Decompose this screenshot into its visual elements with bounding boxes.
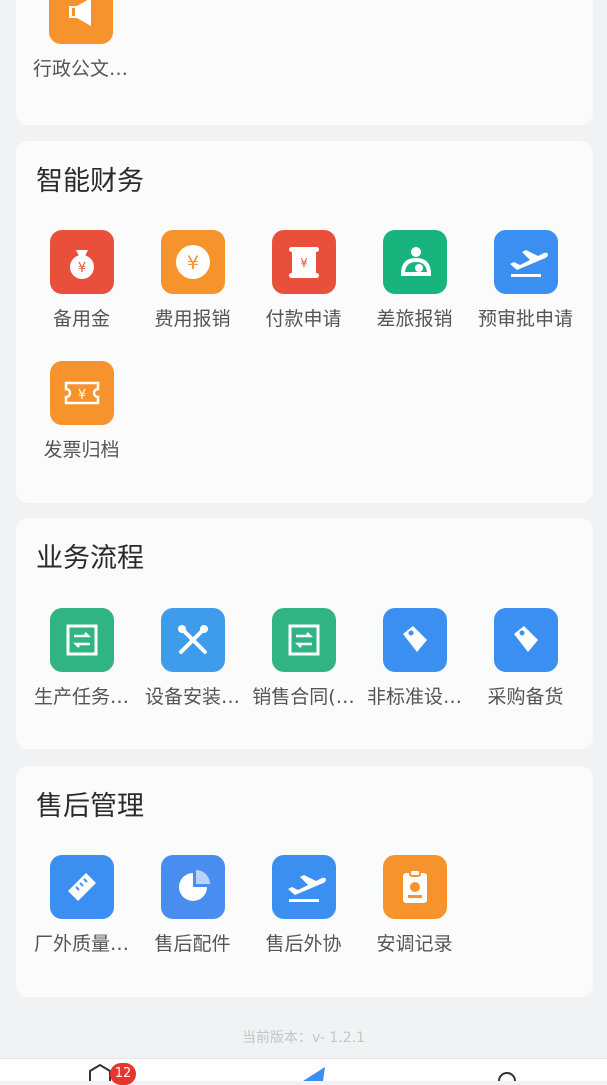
yen-ticket-icon: ¥ — [49, 361, 114, 425]
document-arrows-icon — [271, 608, 336, 672]
app-label: 安调记录 — [376, 933, 453, 955]
app-pre-approval[interactable]: 预审批申请 — [470, 230, 581, 331]
app-label: 售后配件 — [154, 933, 231, 955]
bottom-tab-bar — [0, 1058, 607, 1081]
section-title: 智能财务 — [36, 166, 144, 197]
clipboard-icon — [382, 855, 447, 919]
tag-icon — [382, 608, 447, 672]
app-purchase-stock[interactable]: 采购备货 — [470, 608, 581, 709]
app-after-sales-outsource[interactable]: 售后外协 — [248, 855, 359, 956]
app-equipment-install[interactable]: 设备安装… — [137, 608, 248, 709]
yen-scroll-icon: ¥ — [271, 230, 336, 294]
app-payment-request[interactable]: ¥ 付款申请 — [248, 230, 359, 331]
app-travel-reimbursement[interactable]: 差旅报销 — [359, 230, 470, 331]
app-sales-contract[interactable]: 销售合同(… — [248, 608, 359, 709]
app-install-debug-record[interactable]: 安调记录 — [359, 855, 470, 956]
app-label: 备用金 — [52, 308, 110, 330]
airplane-icon — [271, 855, 336, 919]
svg-text:¥: ¥ — [300, 256, 308, 270]
app-non-standard-equipment[interactable]: 非标准设… — [359, 608, 470, 709]
app-admin-document[interactable]: 行政公文… — [25, 0, 136, 81]
pie-chart-icon — [160, 855, 225, 919]
ruler-icon — [49, 855, 114, 919]
app-label: 采购备货 — [487, 686, 564, 708]
app-petty-cash[interactable]: ¥ 备用金 — [26, 230, 137, 331]
version-text: 当前版本：v- 1.2.1 — [241, 1030, 366, 1046]
profile-icon — [498, 1072, 516, 1081]
section-card-finance: 智能财务 ¥ 备用金 ¥ 费用报销 ¥ 付款申请 差旅报销 预审批申请 ¥ 发票… — [16, 141, 593, 503]
section-title: 售后管理 — [36, 791, 144, 822]
app-label: 售后外协 — [265, 933, 342, 955]
section-card-admin: 行政公文… — [16, 0, 593, 125]
tab-send[interactable] — [290, 1059, 350, 1081]
app-label: 付款申请 — [265, 308, 342, 330]
app-label: 生产任务… — [33, 686, 129, 708]
app-external-quality[interactable]: 厂外质量… — [26, 855, 137, 956]
app-label: 发票归档 — [43, 439, 120, 461]
airplane-icon — [493, 230, 558, 294]
yen-coin-icon: ¥ — [160, 230, 225, 294]
section-card-workflow: 业务流程 生产任务… 设备安装… 销售合同(… 非标准设… 采购备货 — [16, 518, 593, 749]
svg-text:¥: ¥ — [77, 388, 85, 403]
tab-profile[interactable] — [480, 1059, 540, 1081]
app-invoice-archive[interactable]: ¥ 发票归档 — [26, 361, 137, 462]
megaphone-icon — [48, 0, 113, 44]
app-production-task[interactable]: 生产任务… — [26, 608, 137, 709]
tools-icon — [160, 608, 225, 672]
tag-icon — [493, 608, 558, 672]
section-title: 业务流程 — [36, 543, 144, 574]
person-share-icon — [382, 230, 447, 294]
app-label: 预审批申请 — [477, 308, 573, 330]
app-label: 行政公文… — [32, 58, 128, 80]
svg-text:¥: ¥ — [186, 252, 198, 274]
app-label: 非标准设… — [366, 686, 462, 708]
document-arrows-icon — [49, 608, 114, 672]
money-bag-icon: ¥ — [49, 230, 114, 294]
app-label: 费用报销 — [154, 308, 231, 330]
svg-text:¥: ¥ — [77, 261, 85, 276]
send-icon — [303, 1067, 325, 1081]
app-label: 厂外质量… — [33, 933, 129, 955]
section-card-after-sales: 售后管理 厂外质量… 售后配件 售后外协 安调记录 — [16, 766, 593, 997]
notification-badge: 12 — [110, 1063, 136, 1085]
app-after-sales-parts[interactable]: 售后配件 — [137, 855, 248, 956]
app-label: 差旅报销 — [376, 308, 453, 330]
app-label: 销售合同(… — [252, 686, 355, 708]
app-label: 设备安装… — [144, 686, 240, 708]
app-expense-reimbursement[interactable]: ¥ 费用报销 — [137, 230, 248, 331]
